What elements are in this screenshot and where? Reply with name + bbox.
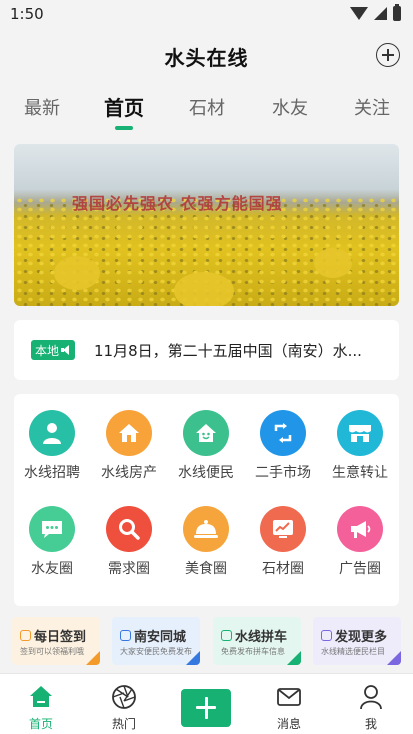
nav-hot[interactable]: 热门 (94, 684, 154, 732)
banner-slogan: 强国必先强农 农强方能国强 (72, 194, 283, 213)
chart-icon (260, 506, 306, 552)
discover-icon (321, 630, 332, 641)
status-time: 1:50 (10, 5, 44, 23)
calendar-icon (20, 630, 31, 641)
user-icon (358, 684, 384, 710)
grid-item-stone-circle[interactable]: 石材圈 (247, 506, 319, 596)
nav-me[interactable]: 我 (341, 684, 401, 732)
chat-icon (29, 506, 75, 552)
notice-bar[interactable]: 本地 11月8日，第二十五届中国（南安）水... (14, 320, 399, 380)
speaker-icon (61, 345, 71, 355)
grid-item-ad-circle[interactable]: 广告圈 (324, 506, 396, 596)
wifi-icon (350, 7, 368, 20)
tab-latest[interactable]: 最新 (24, 94, 60, 120)
shortcut-nanan-city[interactable]: 南安同城 大家安便民免费发布 (112, 617, 200, 665)
house-icon (106, 410, 152, 456)
notice-text: 11月8日，第二十五届中国（南安）水... (94, 342, 362, 360)
signal-icon (374, 7, 387, 20)
grid-item-housing[interactable]: 水线房产 (93, 410, 165, 500)
tab-stone[interactable]: 石材 (189, 94, 225, 120)
grid-item-friends-circle[interactable]: 水友圈 (16, 506, 88, 596)
plus-circle-icon[interactable] (376, 43, 400, 67)
search-icon (106, 506, 152, 552)
grid-item-food-circle[interactable]: 美食圈 (170, 506, 242, 596)
status-icons (350, 4, 401, 21)
exchange-icon (260, 410, 306, 456)
mail-icon (276, 684, 302, 710)
home-smile-icon (183, 410, 229, 456)
shop-icon (337, 410, 383, 456)
tab-home[interactable]: 首页 (104, 92, 144, 121)
app-header: 水头在线 (0, 30, 413, 80)
person-icon (29, 410, 75, 456)
food-icon (183, 506, 229, 552)
shortcut-discover-more[interactable]: 发现更多 水线精选便民栏目 (313, 617, 401, 665)
grid-item-business-transfer[interactable]: 生意转让 (324, 410, 396, 500)
publish-button[interactable] (181, 689, 231, 727)
category-tabs: 最新 首页 石材 水友 关注 (0, 88, 413, 134)
banner-carousel[interactable]: 强国必先强农 农强方能国强 (14, 144, 399, 306)
shortcut-carpool[interactable]: 水线拼车 免费发布拼车信息 (213, 617, 301, 665)
grid-item-demand-circle[interactable]: 需求圈 (93, 506, 165, 596)
status-bar: 1:50 (0, 0, 413, 30)
grid-item-secondhand[interactable]: 二手市场 (247, 410, 319, 500)
home-icon (28, 684, 54, 710)
car-icon (221, 630, 232, 641)
nav-home[interactable]: 首页 (11, 684, 71, 732)
function-grid: 水线招聘 水线房产 水线便民 二手市场 生意转让 水友圈 需求圈 美食圈 石材圈… (14, 394, 399, 606)
notice-badge: 本地 (31, 340, 76, 360)
shortcut-cards: 每日签到 签到可以领福利哦 南安同城 大家安便民免费发布 水线拼车 免费发布拼车… (12, 617, 402, 669)
grid-item-convenience[interactable]: 水线便民 (170, 410, 242, 500)
megaphone-icon (337, 506, 383, 552)
tab-follow[interactable]: 关注 (354, 94, 390, 120)
grid-item-recruit[interactable]: 水线招聘 (16, 410, 88, 500)
battery-icon (393, 4, 401, 21)
city-icon (120, 630, 131, 641)
aperture-icon (111, 684, 137, 710)
nav-messages[interactable]: 消息 (259, 684, 319, 732)
app-title: 水头在线 (164, 46, 249, 70)
shortcut-daily-checkin[interactable]: 每日签到 签到可以领福利哦 (12, 617, 100, 665)
tab-friends[interactable]: 水友 (272, 94, 308, 120)
bottom-nav: 首页 热门 消息 我 (0, 673, 413, 734)
tab-indicator (115, 126, 133, 130)
